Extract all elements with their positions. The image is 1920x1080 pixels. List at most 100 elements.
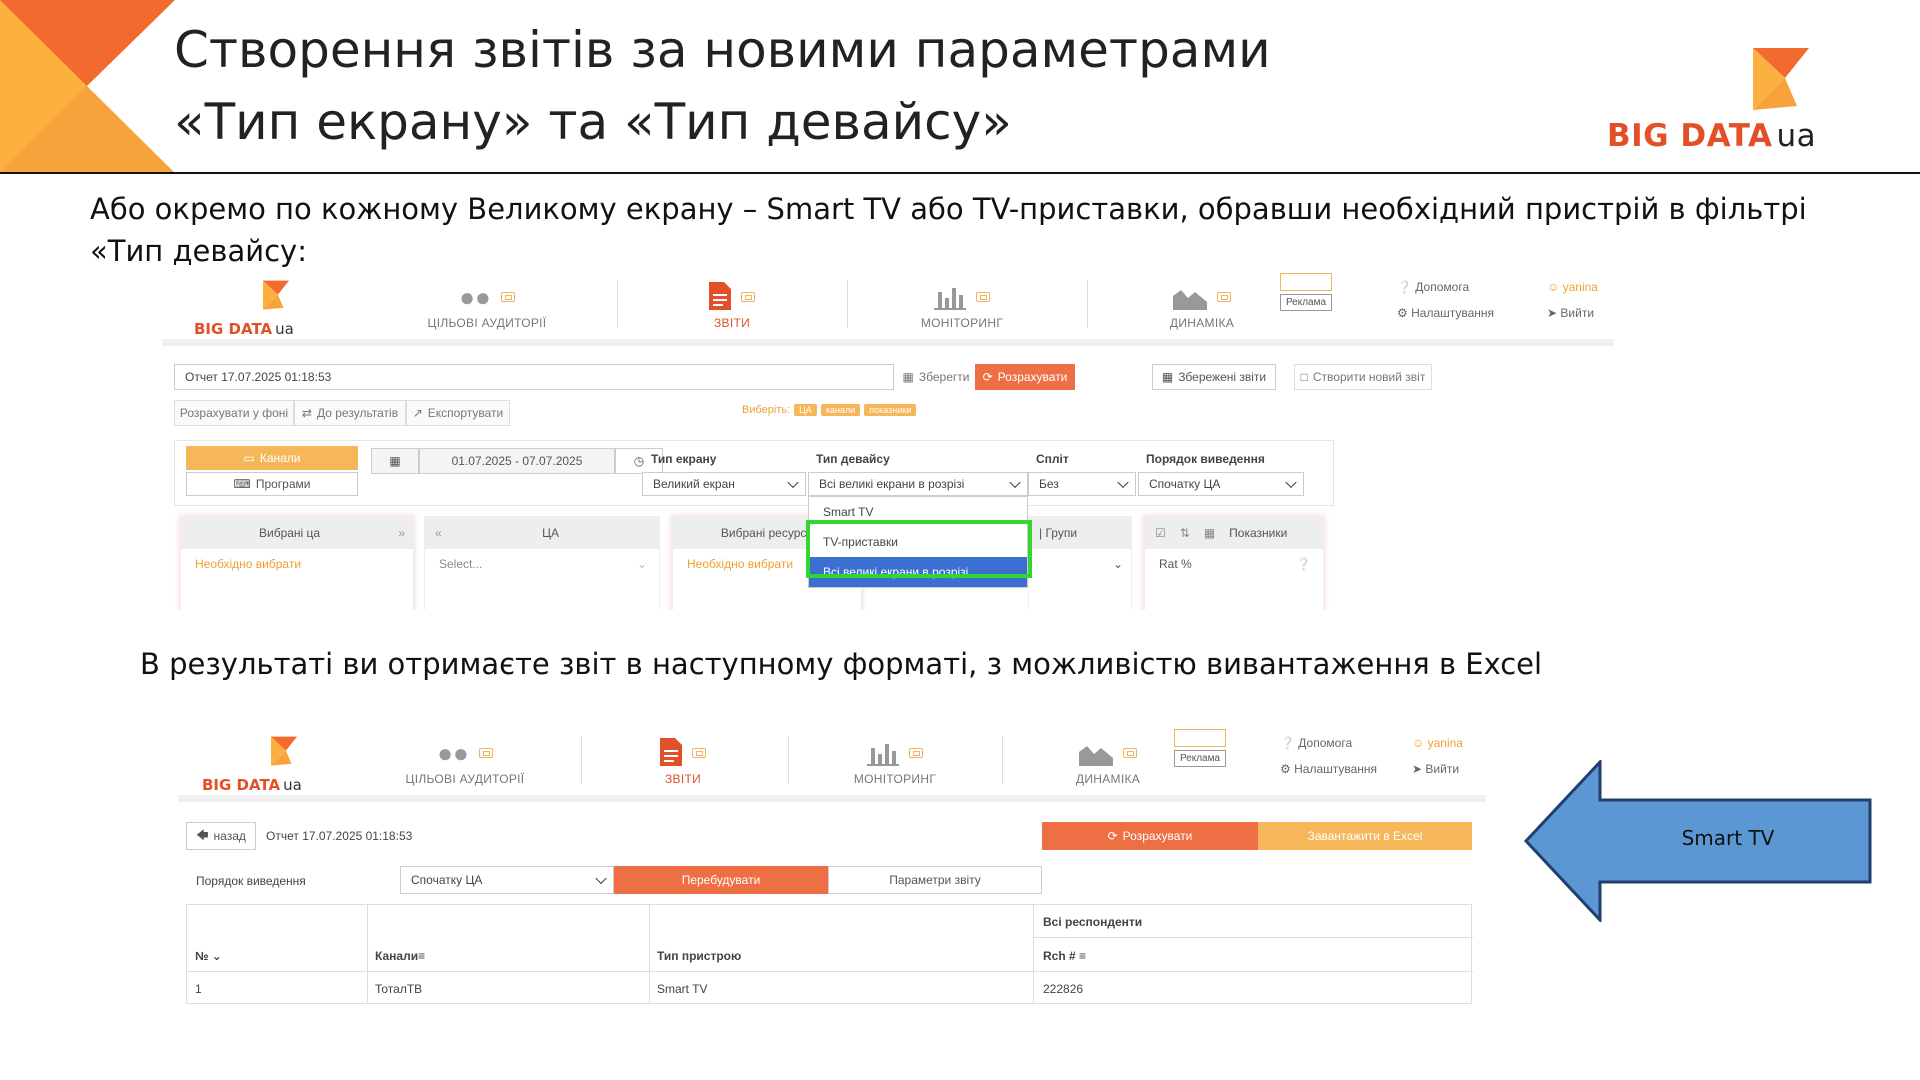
drag-handle-icon: ≡ [418, 949, 426, 963]
refresh-icon: ⟳ [982, 370, 993, 384]
slide-logo: BIG DATA ua [1603, 48, 1833, 158]
user-icon: ☺ [1547, 280, 1560, 294]
report-builder-screenshot: BIG DATA ua ●● ЦІЛЬОВІ АУДИТОРІЇ ЗВІТИ МО… [162, 270, 1614, 610]
title-divider [0, 172, 1920, 174]
tab-programs[interactable]: ⌨ Програми [186, 472, 358, 496]
user-link[interactable]: ☺ yanina [1547, 274, 1598, 300]
tv-mini-icon [692, 748, 706, 758]
tv-mini-icon [909, 748, 923, 758]
split-select[interactable]: Без [1028, 472, 1136, 496]
rebuild-button[interactable]: Перебудувати [614, 866, 828, 894]
download-excel-button[interactable]: Завантажити в Excel [1258, 822, 1472, 850]
logout-link[interactable]: ➤ Вийти [1412, 756, 1463, 782]
logo-mark-icon [262, 280, 290, 310]
export-icon: ↗ [412, 406, 423, 420]
new-report-button[interactable]: □ Створити новий звіт [1294, 364, 1432, 390]
report-icon [660, 738, 682, 766]
export-button[interactable]: ↗ Експортувати [406, 400, 510, 426]
report-icon [709, 282, 731, 310]
metrics-panel: ☑ ⇅ ▦ Показники Rat % ❔ [1144, 516, 1324, 610]
nav-target-audiences[interactable]: ●● ЦІЛЬОВІ АУДИТОРІЇ [412, 276, 562, 330]
table-row: ТоталТВ [375, 982, 423, 996]
audience-icon: ●● [459, 282, 491, 312]
area-chart-icon [1173, 290, 1207, 310]
col-rch[interactable]: Rch # ≡ [1043, 949, 1086, 963]
output-order-select[interactable]: Спочатку ЦА [1138, 472, 1304, 496]
nav-dynamics[interactable]: ДИНАМІКА [1152, 276, 1252, 330]
screen-type-select[interactable]: Великий екран [642, 472, 806, 496]
shuffle-icon[interactable]: ⇅ [1180, 526, 1190, 540]
chevron-down-icon [1285, 476, 1297, 489]
logout-link[interactable]: ➤ Вийти [1547, 300, 1598, 326]
nav-reports[interactable]: ЗВІТИ [633, 732, 733, 786]
date-range-input[interactable]: 01.07.2025 - 07.07.2025 [419, 448, 615, 474]
arrow-label: Smart TV [1681, 826, 1775, 850]
ta-select[interactable]: Select... ⌄ [425, 549, 659, 579]
gear-icon: ⚙ [1280, 762, 1291, 776]
arrow-left-icon: 🡄 [196, 827, 209, 842]
user-link[interactable]: ☺ yanina [1412, 730, 1463, 756]
col-number[interactable]: № ⌄ [195, 949, 222, 963]
chevron-down-icon: ⌄ [636, 557, 647, 571]
report-title: Отчет 17.07.2025 01:18:53 [266, 829, 413, 843]
double-chevron-right-icon[interactable]: » [398, 526, 405, 540]
double-chevron-left-icon[interactable]: « [435, 526, 442, 540]
image-icon[interactable]: ▦ [1204, 526, 1215, 540]
to-results-button[interactable]: ⇄ До результатів [294, 400, 406, 426]
intro-text: Або окремо по кожному Великому екрану – … [90, 192, 1807, 268]
help-icon[interactable]: ❔ [1296, 557, 1311, 571]
calc-background-button[interactable]: Розрахувати у фоні [174, 400, 294, 426]
gear-icon: ⚙ [1397, 306, 1408, 320]
file-icon: □ [1300, 370, 1308, 384]
monitor-icon: ▭ [243, 451, 255, 465]
ad-toggle[interactable]: Реклама [1280, 273, 1332, 311]
nav-monitoring[interactable]: МОНІТОРИНГ [840, 732, 950, 786]
group-header: Всі респонденти [1043, 915, 1143, 929]
nav-monitoring[interactable]: МОНІТОРИНГ [907, 276, 1017, 330]
calendar-icon: ▦ [389, 454, 401, 468]
logo-mark-icon [270, 736, 298, 766]
chevron-down-icon [787, 476, 799, 489]
check-icon[interactable]: ☑ [1155, 526, 1166, 540]
calculate-button[interactable]: ⟳ Розрахувати [975, 364, 1075, 390]
bar-chart-icon [867, 744, 899, 766]
slide-title: Створення звітів за новими параметрами «… [174, 21, 1271, 151]
nav-reports[interactable]: ЗВІТИ [682, 276, 782, 330]
nav-target-audiences[interactable]: ●● ЦІЛЬОВІ АУДИТОРІЇ [390, 732, 540, 786]
user-icon: ☺ [1412, 736, 1425, 750]
tab-channels[interactable]: ▭ Канали [186, 446, 358, 470]
audience-icon: ●● [437, 738, 469, 768]
result-table: Всі респонденти № ⌄ Канали≡ Тип пристрою… [186, 904, 1473, 1004]
chevron-down-icon [1009, 476, 1021, 489]
report-params-button[interactable]: Параметри звіту [828, 866, 1042, 894]
settings-link[interactable]: ⚙ Налаштування [1280, 756, 1377, 782]
corner-decoration [0, 0, 175, 173]
report-name-input[interactable]: Отчет 17.07.2025 01:18:53 [174, 364, 894, 390]
help-icon: ❔ [1397, 280, 1412, 294]
nav-dynamics[interactable]: ДИНАМІКА [1058, 732, 1158, 786]
ta-panel: «ЦА Select... ⌄ [424, 516, 660, 610]
saved-reports-button[interactable]: ▦ Збережені звіти [1152, 364, 1276, 390]
app-navbar: BIG DATA ua ●● ЦІЛЬОВІ АУДИТОРІЇ ЗВІТИ МО… [162, 270, 1614, 346]
col-device-type[interactable]: Тип пристрою [657, 949, 741, 963]
selected-ta-panel: Вибрані ца» Необхідно вибрати [180, 516, 414, 610]
help-link[interactable]: ❔ Допомога [1280, 730, 1377, 756]
col-channels[interactable]: Канали≡ [375, 949, 425, 963]
report-result-screenshot: BIG DATA ua ●● ЦІЛЬОВІ АУДИТОРІЇ ЗВІТИ МО… [178, 726, 1486, 1008]
ad-toggle[interactable]: Реклама [1174, 729, 1226, 767]
saved-icon: ▦ [1161, 370, 1174, 384]
clock-icon: ◷ [633, 454, 645, 468]
settings-link[interactable]: ⚙ Налаштування [1397, 300, 1494, 326]
device-type-select[interactable]: Всі великі екрани в розрізі [808, 472, 1028, 496]
logo-mark-icon [1753, 48, 1809, 110]
calculate-button[interactable]: ⟳ Розрахувати [1042, 822, 1258, 850]
back-button[interactable]: 🡄 назад [186, 822, 256, 850]
output-order-select[interactable]: Спочатку ЦА [400, 866, 614, 894]
save-button[interactable]: ▦ Зберегти [897, 364, 975, 390]
chevron-down-icon[interactable]: ⌄ [1113, 557, 1123, 571]
screen-type-label: Тип екрану [651, 452, 717, 466]
calendar-button[interactable]: ▦ [371, 448, 419, 474]
output-order-label: Порядок виведення [1146, 452, 1265, 466]
device-type-label: Тип девайсу [816, 452, 890, 466]
help-link[interactable]: ❔ Допомога [1397, 274, 1494, 300]
